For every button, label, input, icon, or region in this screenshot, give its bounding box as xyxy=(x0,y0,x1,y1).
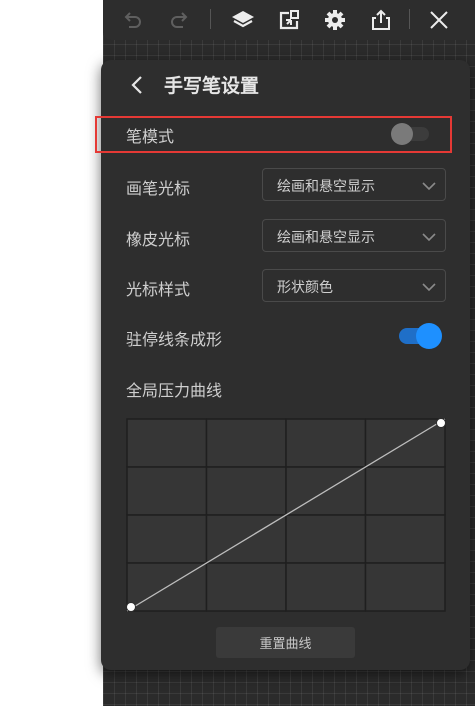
curve-grid-cell xyxy=(126,418,208,468)
undo-icon[interactable] xyxy=(119,6,147,34)
page-title: 手写笔设置 xyxy=(164,75,260,97)
chevron-down-icon xyxy=(422,233,436,242)
panel-header: 手写笔设置 xyxy=(101,60,470,110)
chevron-left-icon xyxy=(131,76,142,94)
eraser-cursor-select[interactable]: 绘画和悬空显示 xyxy=(262,219,446,252)
pressure-curve-label: 全局压力曲线 xyxy=(126,381,223,400)
curve-grid-cell xyxy=(364,466,446,516)
cursor-style-label: 光标样式 xyxy=(126,280,191,299)
layers-icon[interactable] xyxy=(229,6,257,34)
pressure-curve-editor[interactable] xyxy=(126,418,446,612)
curve-grid-cell xyxy=(126,466,208,516)
brush-cursor-label: 画笔光标 xyxy=(126,179,191,198)
toggle-knob xyxy=(416,323,442,349)
curve-grid-cell xyxy=(126,514,208,564)
eraser-cursor-label: 橡皮光标 xyxy=(126,230,191,249)
chevron-down-icon xyxy=(422,283,436,292)
brush-cursor-select[interactable]: 绘画和悬空显示 xyxy=(262,168,446,201)
curve-grid-cell xyxy=(364,562,446,612)
curve-grid-cell xyxy=(205,466,287,516)
stylus-settings-panel: 手写笔设置 笔模式 画笔光标 绘画和悬空显示 橡皮光标 绘画和悬空显示 光标样式… xyxy=(95,60,470,670)
pen-mode-label: 笔模式 xyxy=(126,127,175,146)
curve-control-point[interactable] xyxy=(126,602,136,612)
curve-grid-cell xyxy=(285,562,367,612)
curve-grid-cell xyxy=(364,514,446,564)
import-icon[interactable] xyxy=(275,6,303,34)
back-button[interactable] xyxy=(125,73,149,97)
stroke-shape-toggle[interactable] xyxy=(399,323,443,349)
settings-icon[interactable] xyxy=(321,6,349,34)
chevron-down-icon xyxy=(422,182,436,191)
curve-grid-cell xyxy=(285,514,367,564)
cursor-style-select[interactable]: 形状颜色 xyxy=(262,269,446,302)
eraser-cursor-value: 绘画和悬空显示 xyxy=(277,230,375,246)
stroke-shape-label: 驻停线条成形 xyxy=(126,330,223,349)
share-icon[interactable] xyxy=(367,6,395,34)
toolbar-divider xyxy=(210,9,211,29)
close-icon[interactable] xyxy=(425,6,453,34)
brush-cursor-value: 绘画和悬空显示 xyxy=(277,179,375,195)
toolbar-divider xyxy=(409,9,410,29)
curve-grid-cell xyxy=(205,418,287,468)
cursor-style-value: 形状颜色 xyxy=(277,280,333,296)
toggle-knob xyxy=(391,123,413,145)
reset-curve-button[interactable]: 重置曲线 xyxy=(216,627,355,658)
pen-mode-toggle[interactable] xyxy=(391,122,431,146)
redo-icon[interactable] xyxy=(165,6,193,34)
curve-grid-cell xyxy=(285,418,367,468)
curve-grid-cell xyxy=(205,562,287,612)
top-toolbar xyxy=(103,0,475,40)
curve-control-point[interactable] xyxy=(436,418,446,428)
